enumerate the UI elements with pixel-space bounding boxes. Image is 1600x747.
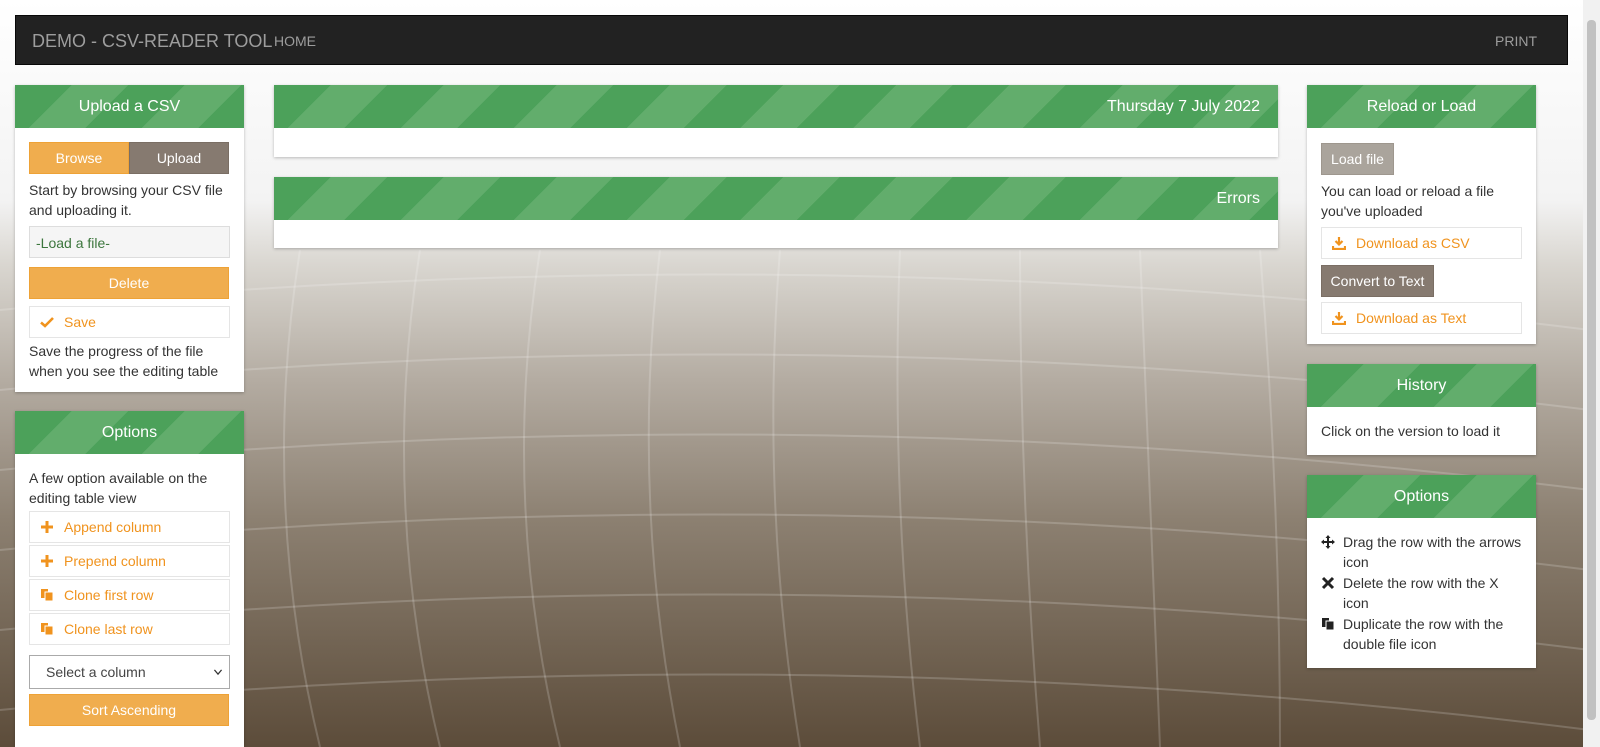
file-name-field[interactable]: -Load a file- xyxy=(29,226,230,258)
nav-print-link[interactable]: PRINT xyxy=(1495,33,1537,49)
column-select[interactable]: Select a column xyxy=(29,655,230,689)
history-panel-title: History xyxy=(1307,364,1536,407)
save-label: Save xyxy=(64,314,96,330)
append-column-button[interactable]: Append column xyxy=(29,511,230,543)
options-right-title: Options xyxy=(1307,475,1536,518)
browse-button[interactable]: Browse xyxy=(29,142,129,174)
reload-panel: Reload or Load Load file You can load or… xyxy=(1307,85,1536,344)
errors-title: Errors xyxy=(274,177,1278,220)
option-drag-row: Drag the row with the arrows icon xyxy=(1321,532,1522,572)
upload-panel: Upload a CSV Browse Upload Start by brow… xyxy=(15,85,244,392)
top-navbar: DEMO - CSV-READER TOOL HOME PRINT xyxy=(15,15,1568,65)
download-csv-button[interactable]: Download as CSV xyxy=(1321,227,1522,259)
close-x-icon xyxy=(1321,576,1335,590)
convert-to-text-button[interactable]: Convert to Text xyxy=(1321,265,1434,297)
history-help-text: Click on the version to load it xyxy=(1321,423,1500,439)
date-title: Thursday 7 July 2022 xyxy=(274,85,1278,128)
download-text-button[interactable]: Download as Text xyxy=(1321,302,1522,334)
plus-icon xyxy=(41,555,53,567)
column-select-value: Select a column xyxy=(46,664,146,680)
chevron-down-icon xyxy=(213,669,223,676)
download-icon xyxy=(1332,312,1346,325)
option-delete-row: Delete the row with the X icon xyxy=(1321,573,1522,613)
copy-file-icon xyxy=(41,589,54,602)
clone-first-row-button[interactable]: Clone first row xyxy=(29,579,230,611)
download-csv-label: Download as CSV xyxy=(1356,235,1470,251)
errors-panel: Errors xyxy=(274,177,1278,248)
reload-help-text: You can load or reload a file you've upl… xyxy=(1321,183,1495,219)
copy-file-icon xyxy=(1322,618,1335,631)
upload-button[interactable]: Upload xyxy=(129,142,229,174)
clone-last-row-button[interactable]: Clone last row xyxy=(29,613,230,645)
upload-intro-text: Start by browsing your CSV file and uplo… xyxy=(29,182,223,218)
options-left-title: Options xyxy=(15,411,244,454)
clone-first-row-label: Clone first row xyxy=(64,587,154,603)
option-drag-text: Drag the row with the arrows icon xyxy=(1343,534,1522,570)
load-file-button[interactable]: Load file xyxy=(1321,143,1394,175)
prepend-column-button[interactable]: Prepend column xyxy=(29,545,230,577)
option-duplicate-text: Duplicate the row with the double file i… xyxy=(1343,616,1504,652)
check-icon xyxy=(40,317,54,328)
reload-panel-title: Reload or Load xyxy=(1307,85,1536,128)
options-left-intro: A few option available on the editing ta… xyxy=(29,470,208,506)
history-panel: History Click on the version to load it xyxy=(1307,364,1536,455)
upload-button-group: Browse Upload xyxy=(29,142,230,174)
option-delete-text: Delete the row with the X icon xyxy=(1343,575,1499,611)
append-column-label: Append column xyxy=(64,519,162,535)
options-right-panel: Options Drag the row with the arrows ico… xyxy=(1307,475,1536,668)
nav-home-link[interactable]: HOME xyxy=(274,33,316,49)
page-scrollbar[interactable] xyxy=(1583,0,1600,747)
prepend-column-label: Prepend column xyxy=(64,553,166,569)
option-duplicate-row: Duplicate the row with the double file i… xyxy=(1321,614,1522,654)
plus-icon xyxy=(41,521,53,533)
upload-panel-title: Upload a CSV xyxy=(15,85,244,128)
download-text-label: Download as Text xyxy=(1356,310,1467,326)
options-left-panel: Options A few option available on the ed… xyxy=(15,411,244,747)
scrollbar-thumb[interactable] xyxy=(1587,20,1596,720)
save-button[interactable]: Save xyxy=(29,306,230,338)
brand-title[interactable]: DEMO - CSV-READER TOOL xyxy=(32,31,272,52)
sort-ascending-button[interactable]: Sort Ascending xyxy=(29,694,229,726)
date-panel: Thursday 7 July 2022 xyxy=(274,85,1278,157)
move-arrows-icon xyxy=(1321,535,1335,549)
save-help-text: Save the progress of the file when you s… xyxy=(29,343,219,379)
copy-file-icon xyxy=(41,623,54,636)
download-icon xyxy=(1332,237,1346,250)
delete-button[interactable]: Delete xyxy=(29,267,229,299)
clone-last-row-label: Clone last row xyxy=(64,621,153,637)
